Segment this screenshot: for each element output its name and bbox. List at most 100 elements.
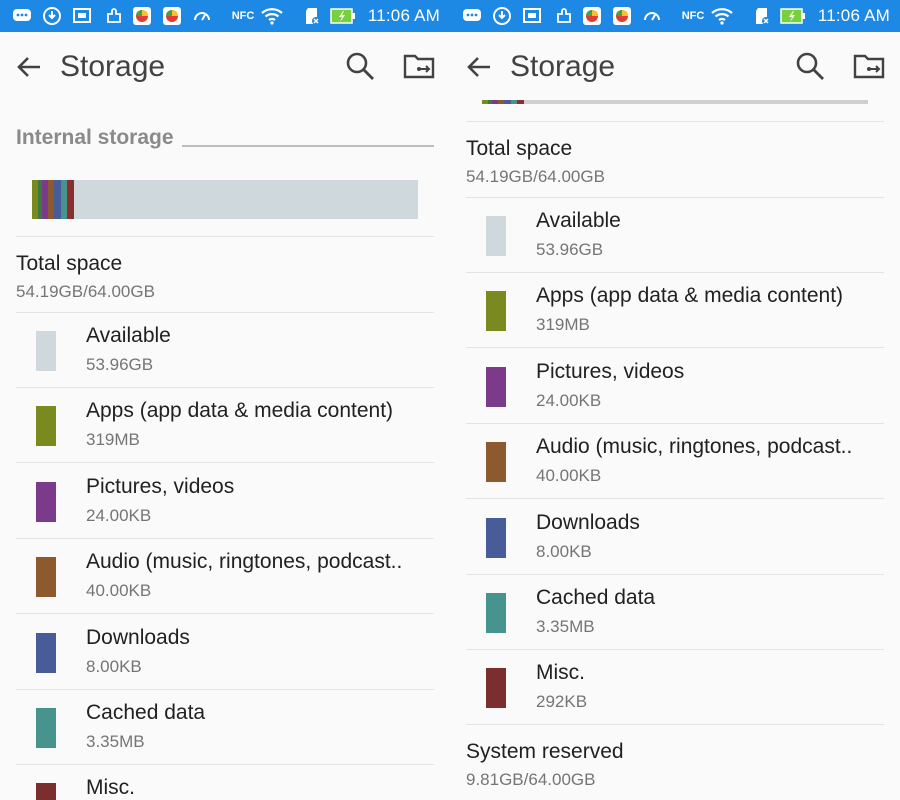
app-icon xyxy=(582,6,602,26)
storage-usage-bar xyxy=(482,100,868,104)
sd-card-icon xyxy=(302,6,322,26)
category-value: 53.96GB xyxy=(86,355,154,374)
app-icon xyxy=(132,6,152,26)
category-color-swatch xyxy=(36,331,56,371)
storage-category-row[interactable]: Downloads 8.00KB xyxy=(466,500,884,575)
category-value: 3.35MB xyxy=(536,617,595,636)
category-value: 40.00KB xyxy=(86,581,152,601)
wifi-icon xyxy=(710,6,734,26)
storage-usage-bar xyxy=(32,180,418,219)
action-bar: Storage xyxy=(450,32,900,100)
category-color-swatch xyxy=(486,593,506,633)
total-space-label: Total space xyxy=(466,137,573,160)
category-label: Available xyxy=(86,324,171,347)
download-icon xyxy=(492,6,512,26)
category-color-swatch xyxy=(36,557,56,598)
category-value: 292KB xyxy=(536,692,588,712)
category-value: 53.96GB xyxy=(536,240,604,259)
nfc-icon: NFC xyxy=(681,10,705,22)
usb-folder-button[interactable] xyxy=(852,50,886,82)
category-color-swatch xyxy=(486,216,506,256)
storage-category-row[interactable]: Pictures, videos 24.00KB xyxy=(16,464,434,539)
category-color-swatch xyxy=(486,517,506,558)
search-button[interactable] xyxy=(794,50,826,82)
category-value: 319MB xyxy=(86,430,140,450)
usage-segment xyxy=(516,100,525,104)
section-divider xyxy=(182,145,434,147)
storage-category-row[interactable]: Available 53.96GB xyxy=(466,198,884,273)
search-button[interactable] xyxy=(344,50,376,82)
category-value: 24.00KB xyxy=(86,505,152,525)
category-label: Cached data xyxy=(536,586,656,609)
category-value: 8.00KB xyxy=(536,541,592,561)
category-color-swatch xyxy=(36,632,56,673)
back-button[interactable] xyxy=(14,52,44,82)
system-reserved-value: 9.81GB/64.00GB xyxy=(466,770,596,789)
category-color-swatch xyxy=(486,291,506,332)
category-label: Downloads xyxy=(86,625,190,649)
category-label: Audio (music, ringtones, podcast.. xyxy=(536,435,853,459)
chat-icon xyxy=(462,6,482,26)
usage-segment xyxy=(66,180,75,219)
screenshot-icon xyxy=(72,6,92,26)
storage-category-row[interactable]: Apps (app data & media content) 319MB xyxy=(466,273,884,349)
category-color-swatch xyxy=(36,708,56,748)
status-time: 11:06 AM xyxy=(367,6,440,25)
storage-category-row[interactable]: Downloads 8.00KB xyxy=(16,615,434,690)
category-color-swatch xyxy=(486,442,506,483)
category-value: 24.00KB xyxy=(536,390,602,410)
category-color-swatch xyxy=(486,668,506,709)
total-space-label: Total space xyxy=(16,252,123,275)
screenshot-icon xyxy=(522,6,542,26)
category-label: Audio (music, ringtones, podcast.. xyxy=(86,550,403,574)
app-icon xyxy=(162,6,182,26)
storage-category-row[interactable]: Pictures, videos 24.00KB xyxy=(466,349,884,424)
chat-icon xyxy=(12,6,32,26)
sd-card-icon xyxy=(752,6,772,26)
nfc-icon: NFC xyxy=(231,10,255,22)
search-icon xyxy=(796,52,824,80)
storage-category-row[interactable]: Misc.292KB xyxy=(16,765,434,800)
category-label: Cached data xyxy=(86,701,206,724)
category-value: 8.00KB xyxy=(86,656,142,676)
category-value: 40.00KB xyxy=(536,466,602,486)
category-color-swatch xyxy=(36,783,56,800)
category-label: Apps (app data & media content) xyxy=(86,399,394,423)
storage-category-row[interactable]: Audio (music, ringtones, podcast.. 40.00K… xyxy=(16,539,434,615)
battery-charging-icon xyxy=(330,6,356,26)
download-icon xyxy=(42,6,62,26)
category-label: Pictures, videos xyxy=(536,359,685,383)
system-reserved-label: System reserved xyxy=(466,740,624,763)
speedometer-icon xyxy=(192,6,212,26)
status-bar: NFC 11:06 AM xyxy=(0,0,450,32)
usb-folder-button[interactable] xyxy=(402,50,436,82)
section-title-internal-storage: Internal storage xyxy=(16,126,174,149)
category-label: Pictures, videos xyxy=(86,474,235,498)
storage-category-row[interactable]: Cached data 3.35MB xyxy=(466,575,884,650)
storage-category-row[interactable]: Cached data 3.35MB xyxy=(16,690,434,765)
category-color-swatch xyxy=(36,406,56,447)
usb-folder-icon xyxy=(853,54,885,79)
category-label: Misc. xyxy=(536,661,585,685)
screen-left: NFC 11:06 AM Storage Internal storage To… xyxy=(0,0,450,800)
page-title: Storage xyxy=(510,50,616,83)
screens-container: NFC 11:06 AM Storage Internal storage To… xyxy=(0,0,900,800)
total-space-value: 54.19GB/64.00GB xyxy=(16,282,155,301)
divider xyxy=(466,121,884,122)
page-title: Storage xyxy=(60,50,166,83)
battery-charging-icon xyxy=(780,6,806,26)
back-button[interactable] xyxy=(464,52,494,82)
divider xyxy=(16,236,434,237)
category-color-swatch xyxy=(486,366,506,407)
storage-category-row[interactable]: Available 53.96GB xyxy=(16,313,434,388)
storage-category-row[interactable]: Audio (music, ringtones, podcast.. 40.00K… xyxy=(466,424,884,500)
storage-category-row[interactable]: Apps (app data & media content) 319MB xyxy=(16,388,434,464)
category-label: Apps (app data & media content) xyxy=(536,284,844,308)
storage-category-row[interactable]: Misc. 292KB xyxy=(466,650,884,726)
arrow-left-icon xyxy=(17,57,40,77)
category-value: 3.35MB xyxy=(86,732,145,751)
arrow-left-icon xyxy=(467,57,490,77)
puzzle-icon xyxy=(104,6,124,26)
search-icon xyxy=(346,52,374,80)
status-time: 11:06 AM xyxy=(817,6,890,25)
